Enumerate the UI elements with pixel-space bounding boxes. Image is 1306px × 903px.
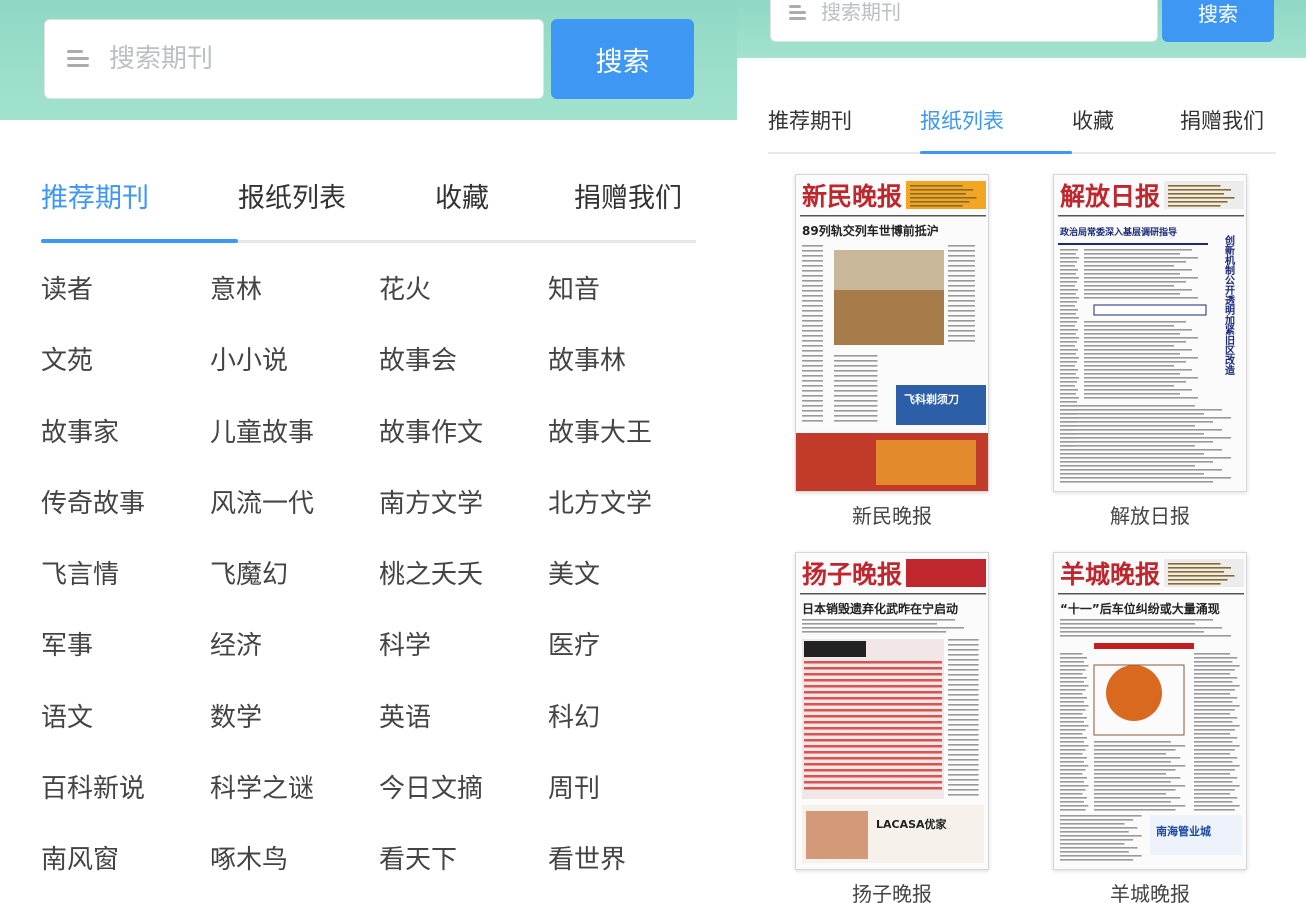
magazine-item[interactable]: 小小说 xyxy=(210,326,379,397)
magazine-item[interactable]: 儿童故事 xyxy=(210,398,379,469)
magazine-item[interactable]: 科学之谜 xyxy=(210,754,379,825)
masthead-text: 新民晚报 xyxy=(802,182,902,211)
ad-text: LACASA优家 xyxy=(876,817,948,831)
magazine-item[interactable]: 北方文学 xyxy=(548,469,717,540)
tab-recommended[interactable]: 推荐期刊 xyxy=(41,170,238,243)
magazine-item[interactable]: 知音 xyxy=(548,255,717,326)
magazine-item[interactable]: 百科新说 xyxy=(41,754,210,825)
magazine-item[interactable]: 周刊 xyxy=(548,754,717,825)
magazine-item[interactable]: 风流一代 xyxy=(210,469,379,540)
newspaper-cover-image[interactable]: 扬子晚报日本销毁遗弃化武昨在宁启动 LACASA优家 xyxy=(795,552,989,870)
magazine-item[interactable]: 南风窗 xyxy=(41,825,210,896)
search-input[interactable] xyxy=(821,0,1121,24)
newspaper-cover-image[interactable]: 羊城晚报 “十一”后车位纠纷或大量涌现南海管业城 xyxy=(1053,552,1247,870)
magazine-item[interactable]: 桃之夭夭 xyxy=(379,540,548,611)
magazine-item[interactable]: 医疗 xyxy=(548,611,717,682)
newspaper-name: 解放日报 xyxy=(1110,504,1190,528)
tab-donate[interactable]: 捐赠我们 xyxy=(1180,93,1264,152)
magazine-item[interactable]: 今日文摘 xyxy=(379,754,548,825)
magazine-item[interactable]: 读者 xyxy=(41,255,210,326)
tab-bar: 推荐期刊 报纸列表 收藏 捐赠我们 xyxy=(768,93,1276,154)
magazine-item[interactable]: 故事林 xyxy=(548,326,717,397)
magazine-item[interactable]: 军事 xyxy=(41,611,210,682)
masthead-text: 羊城晚报 xyxy=(1060,560,1160,589)
masthead-text: 解放日报 xyxy=(1060,182,1160,211)
magazine-item[interactable]: 意林 xyxy=(210,255,379,326)
ad-text: 飞科剃须刀 xyxy=(904,392,959,406)
magazine-item[interactable]: 传奇故事 xyxy=(41,469,210,540)
magazine-item[interactable]: 看世界 xyxy=(548,825,717,896)
newspaper-screen: 搜索 推荐期刊 报纸列表 收藏 捐赠我们 新民晚报 89列轨交列车世博前抵沪飞科剃… xyxy=(737,0,1306,903)
magazine-item[interactable]: 语文 xyxy=(41,683,210,754)
list-icon xyxy=(67,50,91,68)
newspaper-name: 扬子晚报 xyxy=(852,882,932,903)
magazine-item[interactable]: 美文 xyxy=(548,540,717,611)
magazine-item[interactable]: 故事作文 xyxy=(379,398,548,469)
newspaper-grid: 新民晚报 89列轨交列车世博前抵沪 飞科剃须刀 新民晚报 解放日报 政治局常委深入基层… xyxy=(794,174,1254,903)
magazine-item[interactable]: 故事家 xyxy=(41,398,210,469)
newspaper-card[interactable]: 扬子晚报 日本销毁遗弃化武昨在宁启动 LACASA优家 扬子晚报 xyxy=(794,552,990,903)
newspaper-cover-image[interactable]: 解放日报 政治局常委深入基层调研指导 创新机制公开透明加紧旧区改造 xyxy=(1053,174,1247,492)
magazine-item[interactable]: 看天下 xyxy=(379,825,548,896)
magazine-item[interactable]: 英语 xyxy=(379,683,548,754)
newspaper-name: 新民晚报 xyxy=(852,504,932,528)
magazine-item[interactable]: 南方文学 xyxy=(379,469,548,540)
headline-text: 89列轨交列车世博前抵沪 xyxy=(802,223,939,238)
magazine-item[interactable]: 故事大王 xyxy=(548,398,717,469)
magazine-item[interactable]: 数学 xyxy=(210,683,379,754)
list-icon xyxy=(789,5,807,20)
tab-favorites[interactable]: 收藏 xyxy=(1072,93,1180,152)
tab-newspapers[interactable]: 报纸列表 xyxy=(238,170,435,240)
magazine-item[interactable]: 故事会 xyxy=(379,326,548,397)
newspaper-card[interactable]: 羊城晚报 “十一”后车位纠纷或大量涌现南海管业城 羊城晚报 xyxy=(1052,552,1248,903)
headline-text: 政治局常委深入基层调研指导 xyxy=(1060,226,1177,238)
tab-favorites[interactable]: 收藏 xyxy=(435,170,574,240)
magazine-grid: 读者 意林 花火 知音 文苑 小小说 故事会 故事林 故事家 儿童故事 故事作文 故事大王 传奇故事 风流… xyxy=(41,255,701,897)
search-input[interactable] xyxy=(109,44,489,74)
masthead-text: 扬子晚报 xyxy=(802,560,902,589)
magazine-item[interactable]: 科学 xyxy=(379,611,548,682)
magazine-item[interactable]: 飞言情 xyxy=(41,540,210,611)
search-button[interactable]: 搜索 xyxy=(551,19,694,99)
headline-text: “十一”后车位纠纷或大量涌现 xyxy=(1060,601,1220,616)
newspaper-card[interactable]: 解放日报 政治局常委深入基层调研指导 创新机制公开透明加紧旧区改造 解放日报 xyxy=(1052,174,1248,530)
magazine-item[interactable]: 花火 xyxy=(379,255,548,326)
tab-recommended[interactable]: 推荐期刊 xyxy=(768,93,920,152)
search-box[interactable] xyxy=(770,0,1158,42)
magazine-item[interactable]: 科幻 xyxy=(548,683,717,754)
search-button[interactable]: 搜索 xyxy=(1162,0,1274,42)
magazine-item[interactable]: 飞魔幻 xyxy=(210,540,379,611)
newspaper-name: 羊城晚报 xyxy=(1110,882,1190,903)
newspaper-page-art: 羊城晚报 “十一”后车位纠纷或大量涌现南海管业城 xyxy=(1054,553,1246,869)
magazine-item[interactable]: 经济 xyxy=(210,611,379,682)
ad-text: 南海管业城 xyxy=(1156,824,1211,838)
tab-bar: 推荐期刊 报纸列表 收藏 捐赠我们 xyxy=(41,170,696,243)
search-box[interactable] xyxy=(44,19,544,99)
newspaper-card[interactable]: 新民晚报 89列轨交列车世博前抵沪飞科剃须刀 新民晚报 xyxy=(794,174,990,530)
newspaper-page-art: 解放日报政治局常委深入基层调研指导创新机制公开透明加紧旧区改造 xyxy=(1054,175,1246,491)
newspaper-page-art: 新民晚报 89列轨交列车世博前抵沪飞科剃须刀 xyxy=(796,175,988,491)
magazine-screen: 搜索 推荐期刊 报纸列表 收藏 捐赠我们 读者意林花火知音文苑小小说故事会故事林… xyxy=(0,0,737,903)
tab-donate[interactable]: 捐赠我们 xyxy=(574,170,682,240)
tab-newspapers[interactable]: 报纸列表 xyxy=(920,93,1072,154)
magazine-item[interactable]: 啄木鸟 xyxy=(210,825,379,896)
magazine-item[interactable]: 文苑 xyxy=(41,326,210,397)
headline-text: 日本销毁遗弃化武昨在宁启动 xyxy=(802,601,958,616)
newspaper-page-art: 扬子晚报日本销毁遗弃化武昨在宁启动 LACASA优家 xyxy=(796,553,988,869)
newspaper-cover-image[interactable]: 新民晚报 89列轨交列车世博前抵沪飞科剃须刀 xyxy=(795,174,989,492)
